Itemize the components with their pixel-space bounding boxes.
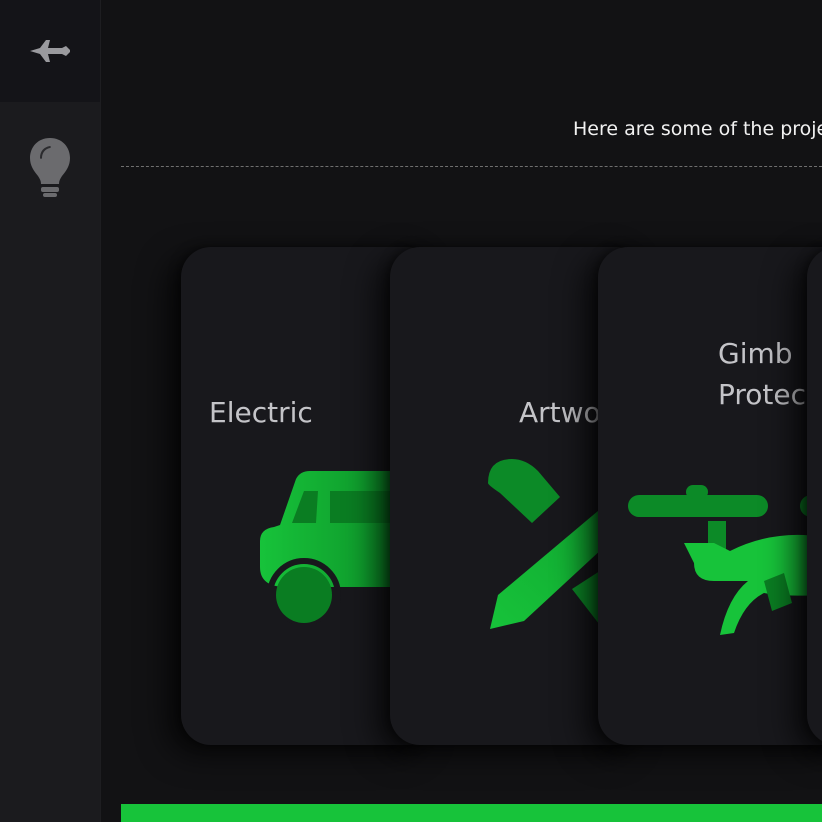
sidebar [0,0,101,822]
sidebar-item-home[interactable] [0,0,100,102]
project-card-next[interactable] [807,247,822,745]
project-card-gimbal[interactable]: Gimb Protec [598,247,822,745]
lightbulb-icon [30,138,70,197]
sidebar-item-projects[interactable] [0,102,100,232]
card-title: Gimb Protec [598,333,822,415]
main-content: Here are some of the proje Electric Artw [101,0,822,822]
accent-bar [121,804,822,822]
helicopter-icon [628,485,822,635]
jet-icon [30,40,70,62]
project-cards: Electric Artwo Gimb Protec [101,0,822,800]
